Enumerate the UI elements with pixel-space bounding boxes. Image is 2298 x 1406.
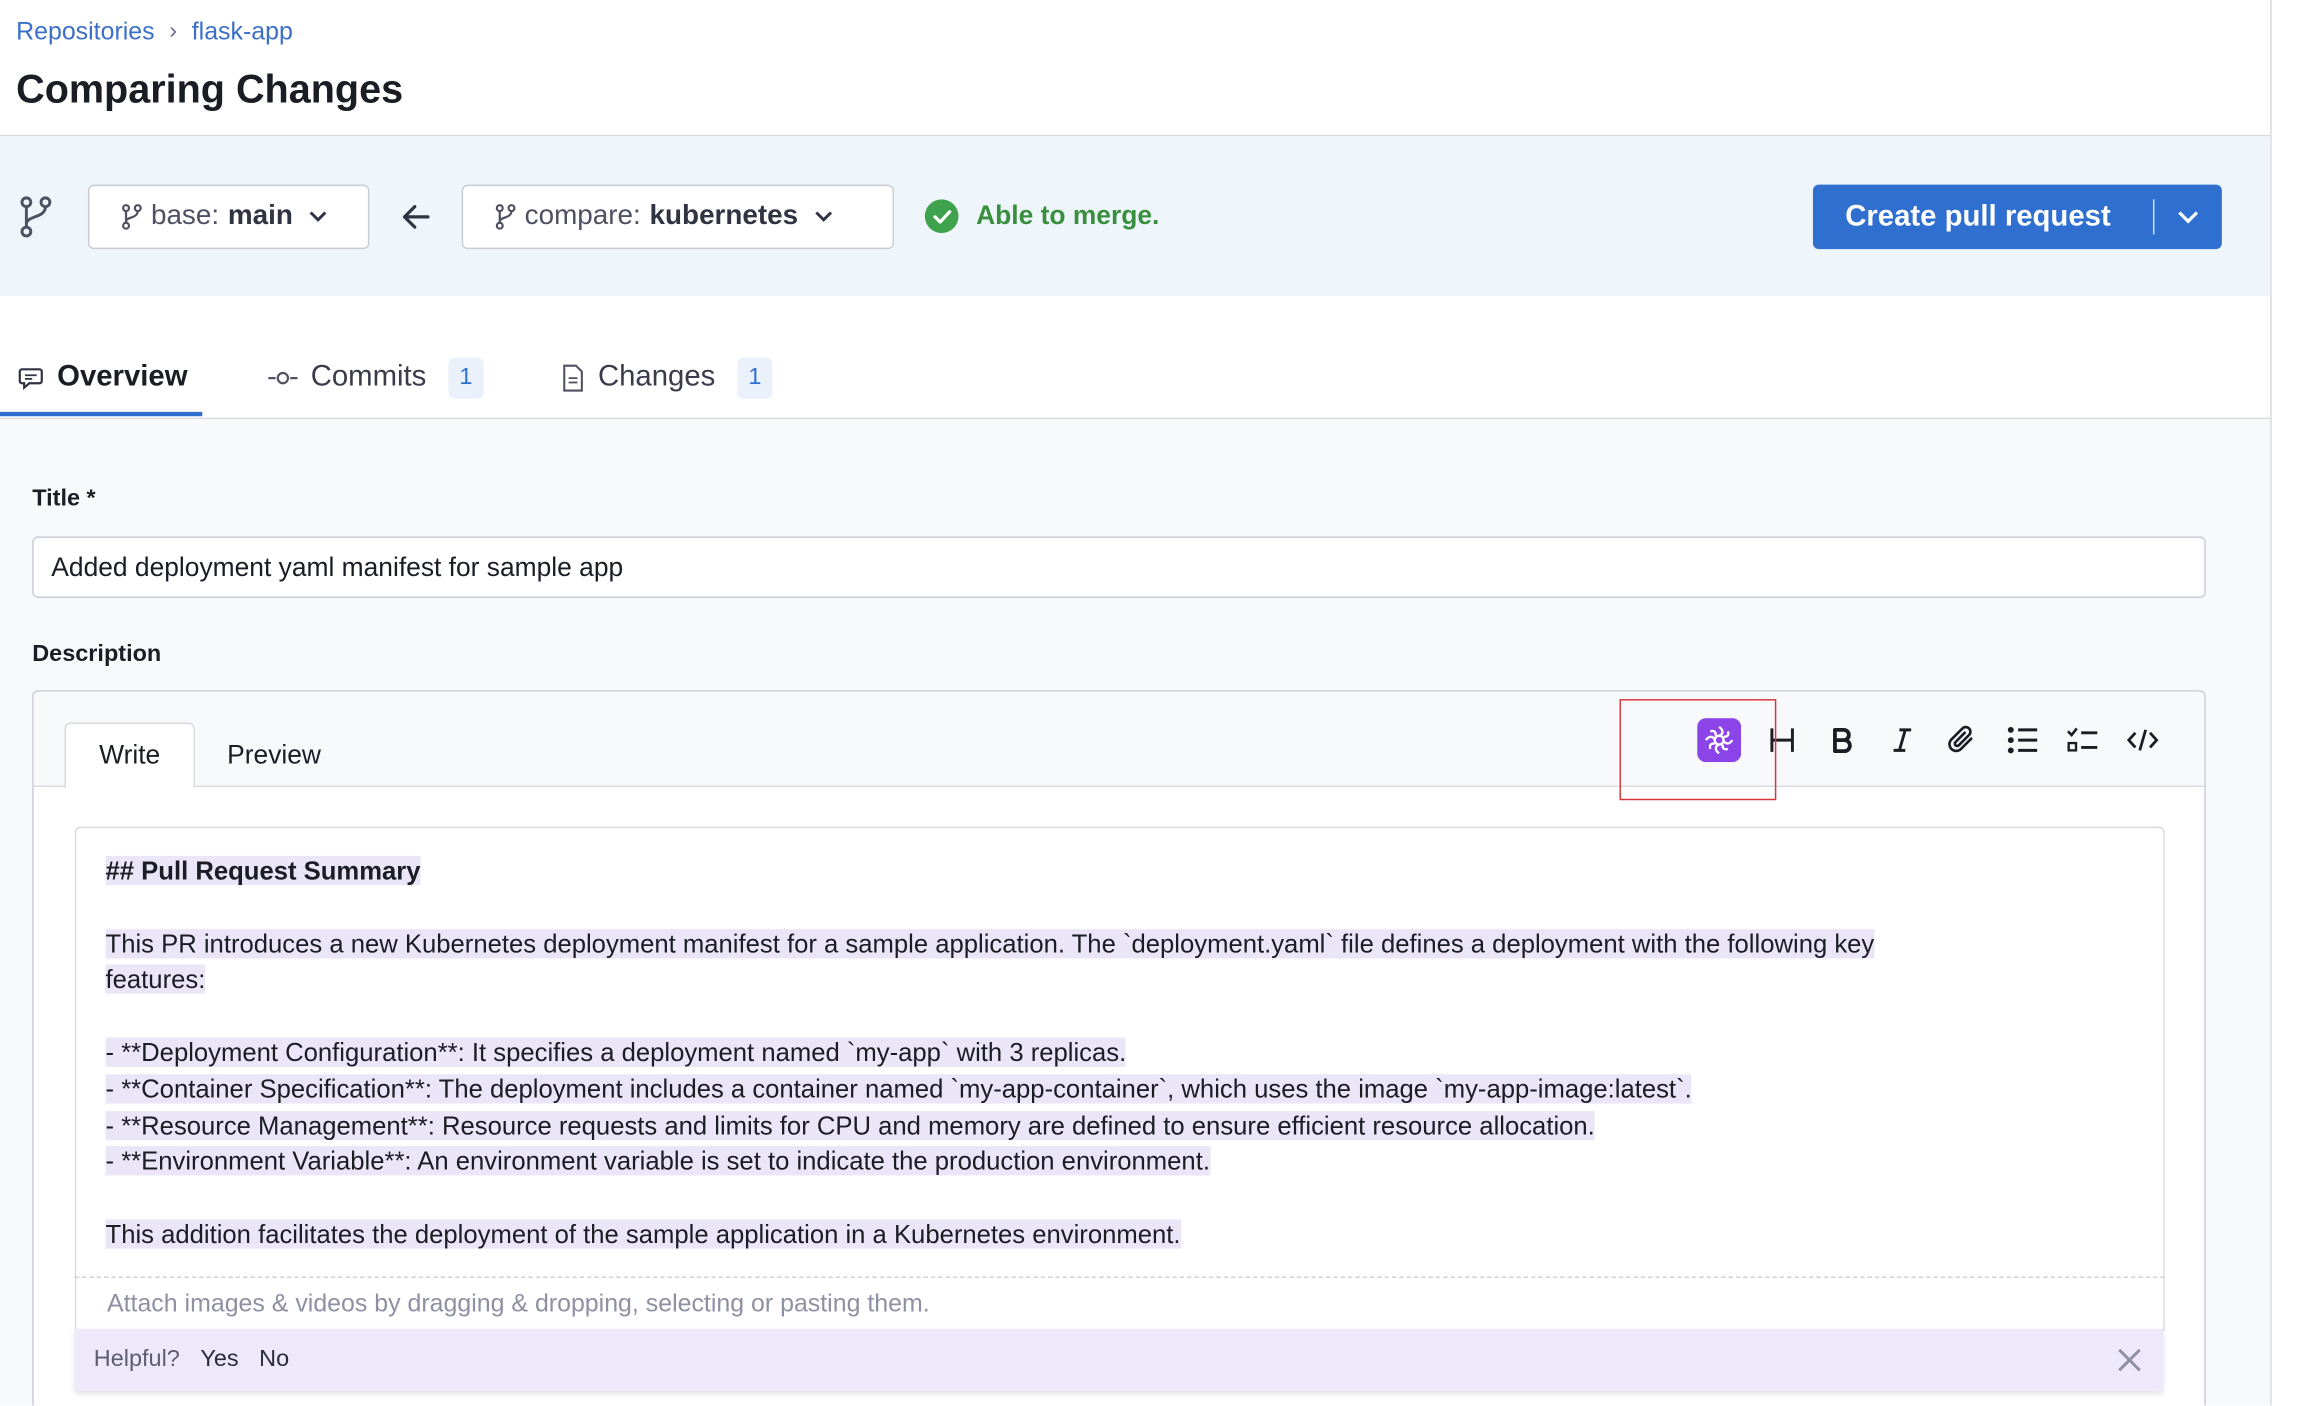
- bullet-list-button[interactable]: [2001, 718, 2045, 762]
- commits-count-badge: 1: [448, 356, 484, 398]
- file-icon: [563, 363, 583, 391]
- description-textarea[interactable]: ## Pull Request Summary This PR introduc…: [74, 826, 2165, 1331]
- description-line: ## Pull Request Summary: [105, 855, 421, 886]
- bold-icon: [1833, 727, 1852, 754]
- compare-branch-select[interactable]: compare: kubernetes: [461, 184, 895, 250]
- check-circle-icon: [924, 199, 959, 234]
- close-icon[interactable]: [2115, 1345, 2144, 1374]
- active-tab-indicator: [0, 411, 203, 417]
- comment-icon: [18, 367, 43, 390]
- feedback-question: Helpful?: [93, 1346, 180, 1372]
- base-branch-name: main: [227, 200, 293, 232]
- title-label: Title *: [32, 486, 96, 512]
- breadcrumb-repo-link[interactable]: flask-app: [192, 18, 293, 47]
- chevron-right-icon: ›: [169, 19, 178, 44]
- description-line: features:: [105, 964, 206, 994]
- changes-count-badge: 1: [737, 356, 773, 398]
- checklist-button[interactable]: [2061, 718, 2105, 762]
- merge-status: Able to merge.: [924, 199, 1160, 234]
- tab-overview[interactable]: Overview: [18, 337, 188, 418]
- page-title: Comparing Changes: [16, 67, 404, 112]
- commit-icon: [268, 371, 298, 384]
- attach-icon: [1948, 725, 1973, 753]
- git-branch-icon: [122, 204, 142, 230]
- italic-button[interactable]: [1880, 718, 1924, 762]
- description-line: - **Resource Management**: Resource requ…: [105, 1110, 1595, 1141]
- git-branch-icon: [20, 196, 52, 238]
- base-branch-select[interactable]: base: main: [87, 184, 370, 250]
- attach-button[interactable]: [1940, 718, 1984, 762]
- description-label: Description: [32, 641, 162, 667]
- description-line: - **Deployment Configuration**: It speci…: [105, 1037, 1127, 1067]
- annotation-highlight-box: [1619, 699, 1777, 801]
- code-button[interactable]: [2121, 718, 2165, 762]
- bullet-list-icon: [2007, 726, 2038, 754]
- scrollbar-gutter[interactable]: [2270, 0, 2298, 1406]
- tab-preview[interactable]: Preview: [205, 723, 343, 787]
- tab-write[interactable]: Write: [64, 722, 195, 789]
- create-pull-request-label: Create pull request: [1845, 200, 2111, 233]
- italic-icon: [1893, 728, 1912, 752]
- create-pull-request-button[interactable]: Create pull request: [1812, 184, 2222, 250]
- description-line: This addition facilitates the deployment…: [105, 1219, 1181, 1249]
- checklist-icon: [2067, 727, 2098, 752]
- description-line: - **Environment Variable**: An environme…: [105, 1146, 1210, 1176]
- chevron-down-icon: [2178, 211, 2199, 224]
- breadcrumb-repositories-link[interactable]: Repositories: [16, 18, 154, 47]
- base-label: base:: [150, 200, 220, 232]
- compare-label: compare:: [524, 200, 641, 232]
- title-input[interactable]: Added deployment yaml manifest for sampl…: [32, 536, 2206, 598]
- chevron-down-icon: [814, 211, 832, 222]
- description-editor: Write Preview ## Pull Request Summary Th…: [32, 690, 2206, 1406]
- create-options-dropdown[interactable]: [2154, 210, 2221, 225]
- chevron-down-icon: [309, 211, 327, 222]
- description-line: - **Container Specification**: The deplo…: [105, 1074, 1692, 1104]
- bold-button[interactable]: [1820, 718, 1864, 762]
- merge-status-text: Able to merge.: [976, 200, 1160, 231]
- feedback-bar: Helpful? Yes No: [74, 1329, 2164, 1391]
- tab-changes-label: Changes: [597, 360, 716, 393]
- tab-commits-label: Commits: [310, 360, 427, 393]
- feedback-no-button[interactable]: No: [259, 1347, 289, 1373]
- attach-hint[interactable]: Attach images & videos by dragging & dro…: [74, 1276, 2165, 1330]
- tab-overview-label: Overview: [57, 360, 188, 393]
- tab-changes[interactable]: Changes 1: [561, 337, 773, 418]
- breadcrumb: Repositories › flask-app: [16, 16, 293, 48]
- code-icon: [2126, 729, 2159, 751]
- arrow-left-icon: [402, 205, 430, 229]
- feedback-yes-button[interactable]: Yes: [200, 1347, 238, 1373]
- tab-commits[interactable]: Commits 1: [268, 337, 484, 418]
- description-line: This PR introduces a new Kubernetes depl…: [105, 929, 1875, 959]
- compare-branch-name: kubernetes: [649, 200, 799, 232]
- editor-header: [33, 691, 2205, 788]
- git-branch-icon: [495, 204, 516, 230]
- tab-bar: Overview Commits 1 Changes 1: [0, 337, 2271, 420]
- page: Repositories › flask-app Comparing Chang…: [0, 0, 2298, 1406]
